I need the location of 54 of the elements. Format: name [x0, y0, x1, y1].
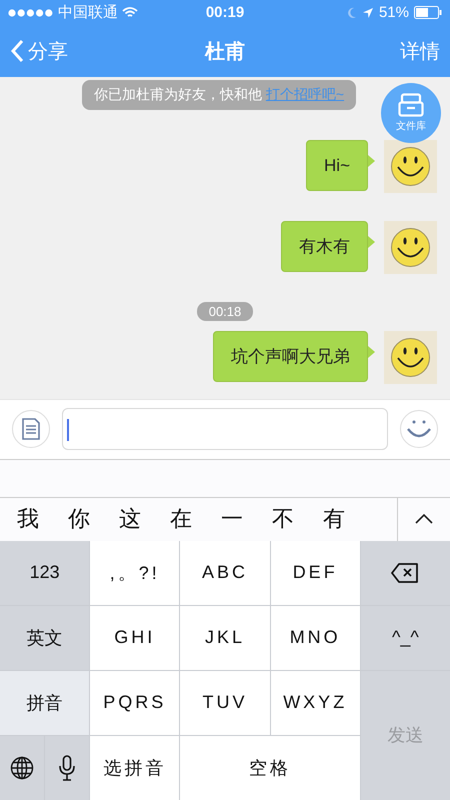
- message-bubble: Hi~: [306, 140, 375, 191]
- keyboard-key[interactable]: 英文: [0, 606, 90, 670]
- timestamp: 00:18: [196, 302, 254, 321]
- microphone-icon: [59, 754, 76, 781]
- candidate-word[interactable]: 一: [220, 504, 244, 534]
- candidate-word[interactable]: 你: [67, 504, 91, 534]
- keyboard-key[interactable]: GHI: [90, 606, 180, 670]
- globe-key[interactable]: [0, 736, 44, 800]
- smile-icon: [405, 419, 433, 440]
- battery-percent: 51%: [378, 4, 409, 21]
- smiley-avatar: [384, 140, 437, 193]
- candidate-word[interactable]: 我: [16, 504, 40, 534]
- keyboard-key[interactable]: MNO: [270, 606, 360, 670]
- battery-icon: [414, 6, 442, 19]
- keyboard-key[interactable]: ,。?!: [90, 540, 180, 605]
- wifi-icon: [122, 6, 138, 18]
- keyboard-key[interactable]: WXYZ: [270, 670, 360, 735]
- candidate-word[interactable]: 有: [322, 504, 346, 534]
- keyboard-key[interactable]: PQRS: [90, 670, 180, 735]
- message-bubble: 坑个声啊大兄弟: [213, 331, 375, 382]
- keyboard-key[interactable]: ABC: [180, 540, 270, 605]
- chevron-left-icon: [10, 39, 24, 63]
- keyboard-key[interactable]: ^_^: [360, 606, 450, 670]
- keyboard-key[interactable]: 123: [0, 540, 90, 605]
- globe-icon: [10, 756, 34, 780]
- backspace-icon: [391, 562, 420, 583]
- keyboard-key[interactable]: 空格: [180, 736, 360, 800]
- status-time: 00:19: [206, 4, 244, 21]
- friend-notice: 你已加杜甫为好友，快和他 打个招呼吧~: [82, 80, 356, 110]
- chat-title: 杜甫: [205, 40, 245, 64]
- moon-icon: [346, 6, 357, 18]
- candidate-word[interactable]: 这: [118, 504, 142, 534]
- chevron-up-icon: [415, 514, 433, 524]
- message-bubble: 有木有: [281, 221, 375, 272]
- keyboard-key[interactable]: 拼音: [0, 670, 90, 735]
- candidate-word[interactable]: 不: [271, 504, 295, 534]
- carrier-name: 中国联通: [58, 3, 118, 22]
- keyboard-key[interactable]: JKL: [180, 606, 270, 670]
- signal-icon: [8, 8, 54, 16]
- emoji-button[interactable]: [400, 410, 438, 448]
- keyboard-key[interactable]: 选拼音: [90, 736, 180, 800]
- document-button[interactable]: [12, 410, 50, 448]
- drawer-icon: [398, 93, 424, 117]
- smiley-avatar: [384, 331, 437, 384]
- document-icon: [22, 418, 40, 440]
- message-input[interactable]: [62, 408, 388, 450]
- mic-key[interactable]: [45, 736, 90, 800]
- candidate-word[interactable]: 在: [169, 504, 193, 534]
- text-cursor: [67, 419, 69, 441]
- keyboard-key[interactable]: TUV: [180, 670, 270, 735]
- delete-key[interactable]: [360, 540, 450, 605]
- smiley-avatar: [384, 221, 437, 274]
- location-arrow-icon: [362, 6, 374, 18]
- keyboard-key[interactable]: DEF: [270, 540, 360, 605]
